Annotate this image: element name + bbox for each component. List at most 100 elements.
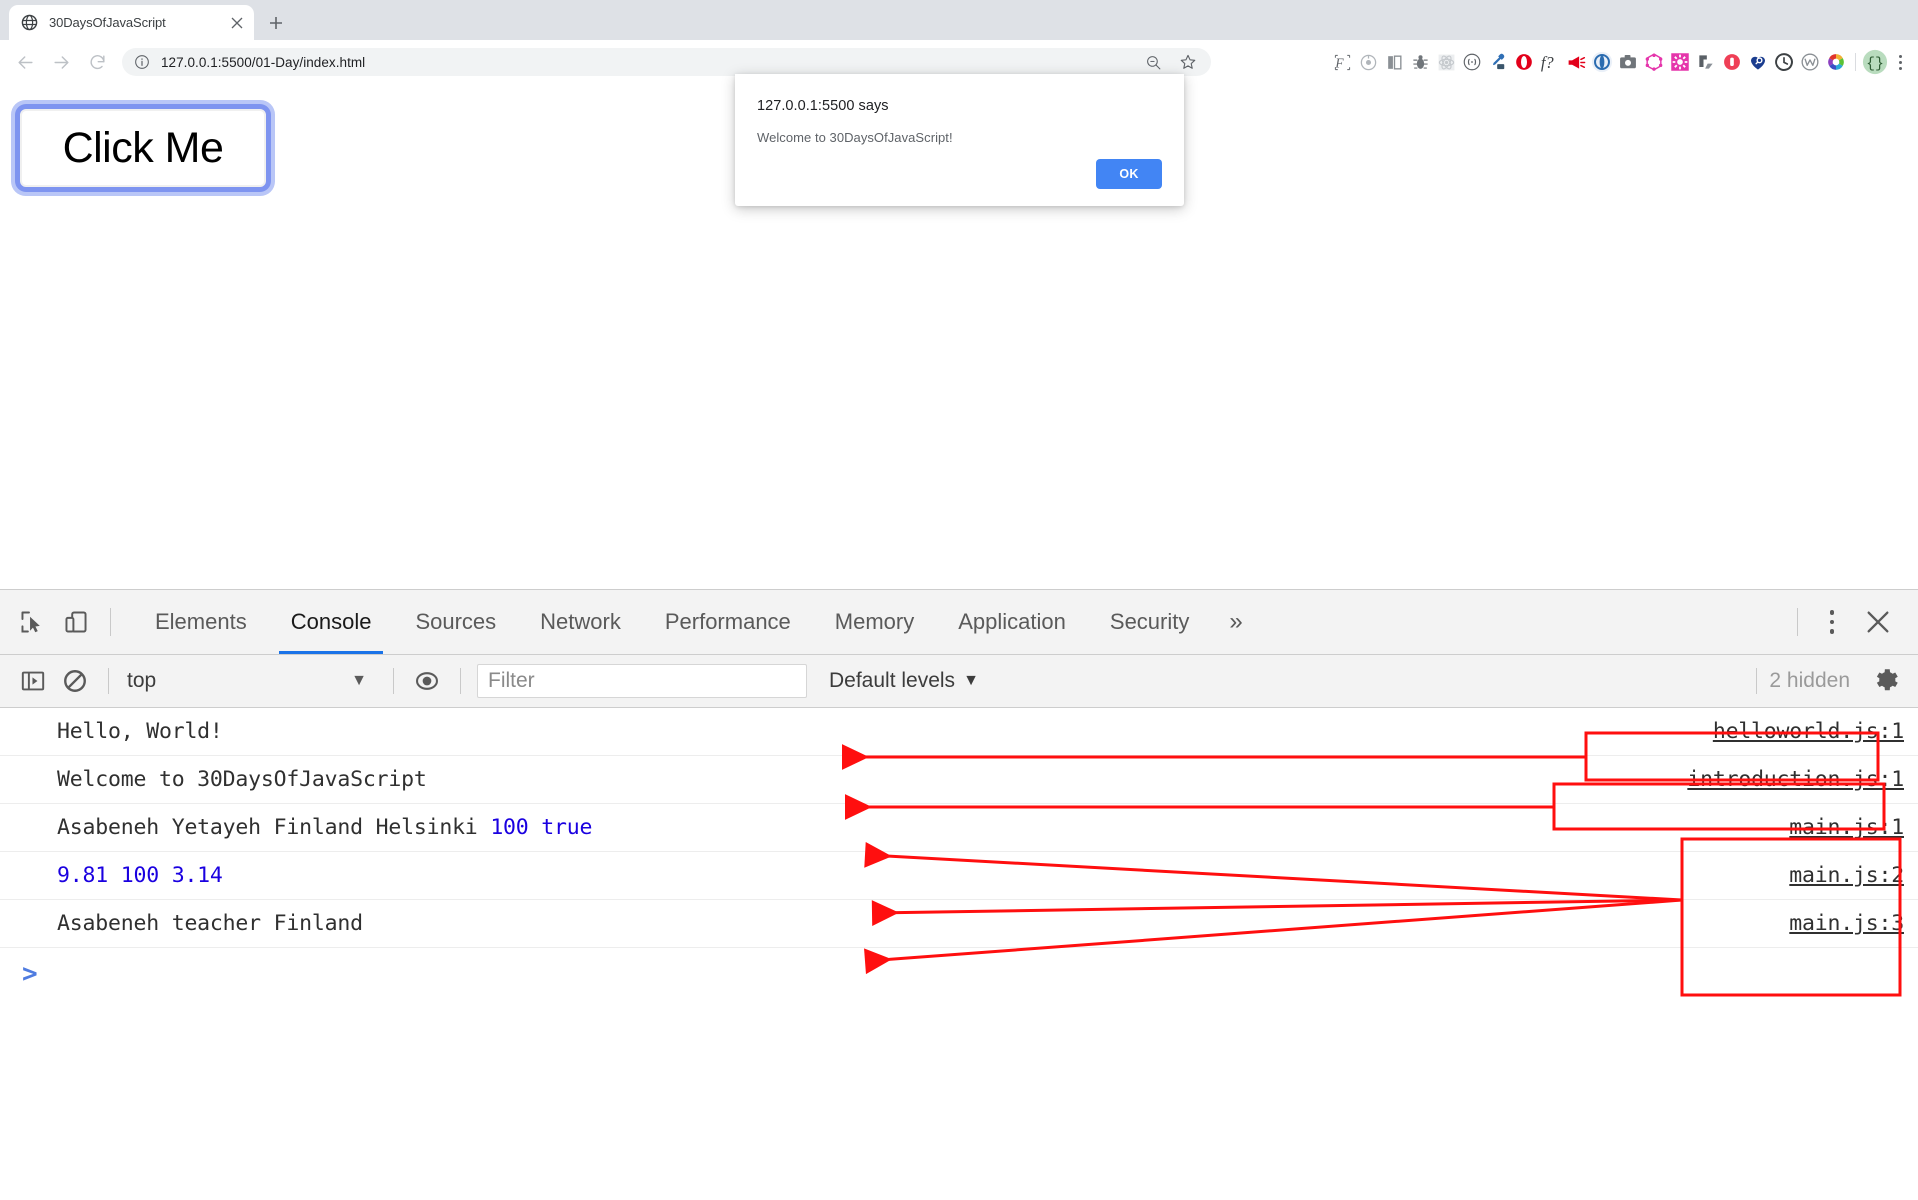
console-levels-value: Default levels	[829, 669, 956, 692]
console-toolbar-divider-1	[108, 668, 109, 694]
target-extension-icon[interactable]	[1355, 48, 1381, 76]
wappalyzer-extension-icon[interactable]	[1797, 48, 1823, 76]
heart-search-extension-icon[interactable]	[1745, 48, 1771, 76]
console-toolbar-divider-4	[1756, 668, 1758, 694]
atom-react-extension-icon[interactable]	[1433, 48, 1459, 76]
eye-icon[interactable]	[406, 660, 448, 702]
back-button[interactable]	[11, 48, 39, 76]
camera-screenshot-extension-icon[interactable]	[1615, 48, 1641, 76]
console-toolbar-right: 2 hidden	[1744, 663, 1918, 699]
devtools-tabbar-right	[1785, 600, 1918, 644]
graphql-extension-icon[interactable]	[1641, 48, 1667, 76]
extensions-bar: F f? {}	[1329, 40, 1912, 84]
chevron-down-icon: ▼	[963, 672, 979, 689]
click-me-button[interactable]: Click Me	[20, 109, 266, 187]
console-source-link[interactable]: main.js:3	[1789, 911, 1904, 936]
address-bar[interactable]: 127.0.0.1:5500/01-Day/index.html	[122, 48, 1211, 76]
console-message: 9.81 100 3.14	[57, 863, 223, 888]
tab-strip: 30DaysOfJavaScript	[0, 0, 1918, 40]
console-toolbar-divider-3	[460, 668, 461, 694]
tab-application[interactable]: Application	[936, 590, 1088, 654]
star-icon[interactable]	[1179, 53, 1197, 71]
browser-chrome: 30DaysOfJavaScript 127.0.0.1:5500/01-Day…	[0, 0, 1918, 84]
gear-pink-extension-icon[interactable]	[1667, 48, 1693, 76]
tab-network[interactable]: Network	[518, 590, 643, 654]
colorwheel-extension-icon[interactable]	[1823, 48, 1849, 76]
brackets-extension-icon[interactable]	[1459, 48, 1485, 76]
devtools-tabs: Elements Console Sources Network Perform…	[133, 590, 1261, 654]
console-sidebar-icon[interactable]	[12, 660, 54, 702]
tab-elements[interactable]: Elements	[133, 590, 269, 654]
column-split-extension-icon[interactable]	[1381, 48, 1407, 76]
devtools-panel: Elements Console Sources Network Perform…	[0, 589, 1918, 1200]
console-source-link[interactable]: main.js:2	[1789, 863, 1904, 888]
alert-message: Welcome to 30DaysOfJavaScript!	[757, 130, 953, 145]
console-row[interactable]: Asabeneh Yetayeh Finland Helsinki 100 tr…	[0, 804, 1918, 852]
asana-extension-icon[interactable]	[1693, 48, 1719, 76]
console-message: Asabeneh Yetayeh Finland Helsinki 100 tr…	[57, 815, 593, 840]
clock-dark-extension-icon[interactable]	[1771, 48, 1797, 76]
close-devtools-icon[interactable]	[1854, 600, 1902, 644]
console-output[interactable]: Hello, World! helloworld.js:1 Welcome to…	[0, 708, 1918, 1200]
console-prompt[interactable]: >	[0, 948, 1918, 1000]
console-context-value: top	[127, 669, 157, 692]
tab-performance[interactable]: Performance	[643, 590, 813, 654]
tab-security[interactable]: Security	[1088, 590, 1211, 654]
blue-ring-extension-icon[interactable]	[1589, 48, 1615, 76]
chrome-menu-kebab-icon[interactable]	[1888, 48, 1912, 76]
device-toolbar-icon[interactable]	[54, 600, 98, 644]
clear-console-icon[interactable]	[54, 660, 96, 702]
console-row[interactable]: 9.81 100 3.14 main.js:2	[0, 852, 1918, 900]
console-message: Hello, World!	[57, 719, 223, 744]
reload-button[interactable]	[83, 48, 111, 76]
console-context-select[interactable]: top ▼	[121, 664, 381, 698]
info-circle-icon[interactable]	[134, 54, 150, 70]
tab-title: 30DaysOfJavaScript	[49, 15, 166, 30]
gear-icon[interactable]	[1868, 663, 1904, 699]
console-toolbar: top ▼ Filter Default levels ▼ 2 hidden	[0, 655, 1918, 708]
globe-icon	[21, 14, 38, 31]
console-levels-select[interactable]: Default levels ▼	[829, 664, 979, 698]
eyedropper-colorpick-extension-icon[interactable]	[1485, 48, 1511, 76]
svg-text:{}: {}	[1866, 57, 1884, 73]
devtools-tab-bar: Elements Console Sources Network Perform…	[0, 590, 1918, 655]
megaphone-extension-icon[interactable]	[1563, 48, 1589, 76]
devtools-settings-kebab-icon[interactable]	[1810, 600, 1854, 644]
fastforward-extension-icon[interactable]: F	[1329, 48, 1355, 76]
console-row[interactable]: Hello, World! helloworld.js:1	[0, 708, 1918, 756]
console-source-link[interactable]: main.js:1	[1789, 815, 1904, 840]
more-tabs-chevron-icon[interactable]: »	[1211, 590, 1260, 654]
inspect-element-icon[interactable]	[10, 600, 54, 644]
console-toolbar-divider-2	[393, 668, 394, 694]
prompt-caret-icon: >	[22, 959, 38, 989]
fquestion-extension-icon[interactable]: f?	[1537, 48, 1563, 76]
new-tab-button[interactable]	[262, 9, 290, 37]
tab-sources[interactable]: Sources	[393, 590, 518, 654]
console-filter-input[interactable]: Filter	[477, 664, 807, 698]
toolbar-divider	[1855, 53, 1856, 71]
pocket-extension-icon[interactable]	[1719, 48, 1745, 76]
browser-tab[interactable]: 30DaysOfJavaScript	[9, 5, 254, 40]
svg-text:F: F	[1334, 55, 1344, 70]
tab-memory[interactable]: Memory	[813, 590, 936, 654]
console-row[interactable]: Welcome to 30DaysOfJavaScript introducti…	[0, 756, 1918, 804]
console-hidden-count: 2 hidden	[1769, 669, 1850, 692]
profile-braces-icon[interactable]: {}	[1862, 48, 1888, 76]
console-message: Welcome to 30DaysOfJavaScript	[57, 767, 427, 792]
console-source-link[interactable]: introduction.js:1	[1687, 767, 1904, 792]
svg-text:f?: f?	[1541, 53, 1555, 72]
devtools-right-divider	[1797, 608, 1798, 636]
console-row[interactable]: Asabeneh teacher Finland main.js:3	[0, 900, 1918, 948]
console-message: Asabeneh teacher Finland	[57, 911, 363, 936]
address-bar-url: 127.0.0.1:5500/01-Day/index.html	[161, 54, 366, 70]
devtools-divider	[110, 608, 111, 636]
forward-button[interactable]	[47, 48, 75, 76]
zoom-magnifier-icon[interactable]	[1145, 54, 1162, 71]
bug-extension-icon[interactable]	[1407, 48, 1433, 76]
close-icon[interactable]	[228, 14, 246, 32]
opera-extension-icon[interactable]	[1511, 48, 1537, 76]
js-alert-dialog: 127.0.0.1:5500 says Welcome to 30DaysOfJ…	[735, 74, 1184, 206]
tab-console[interactable]: Console	[269, 590, 394, 654]
console-source-link[interactable]: helloworld.js:1	[1713, 719, 1904, 744]
alert-ok-button[interactable]: OK	[1096, 159, 1162, 189]
